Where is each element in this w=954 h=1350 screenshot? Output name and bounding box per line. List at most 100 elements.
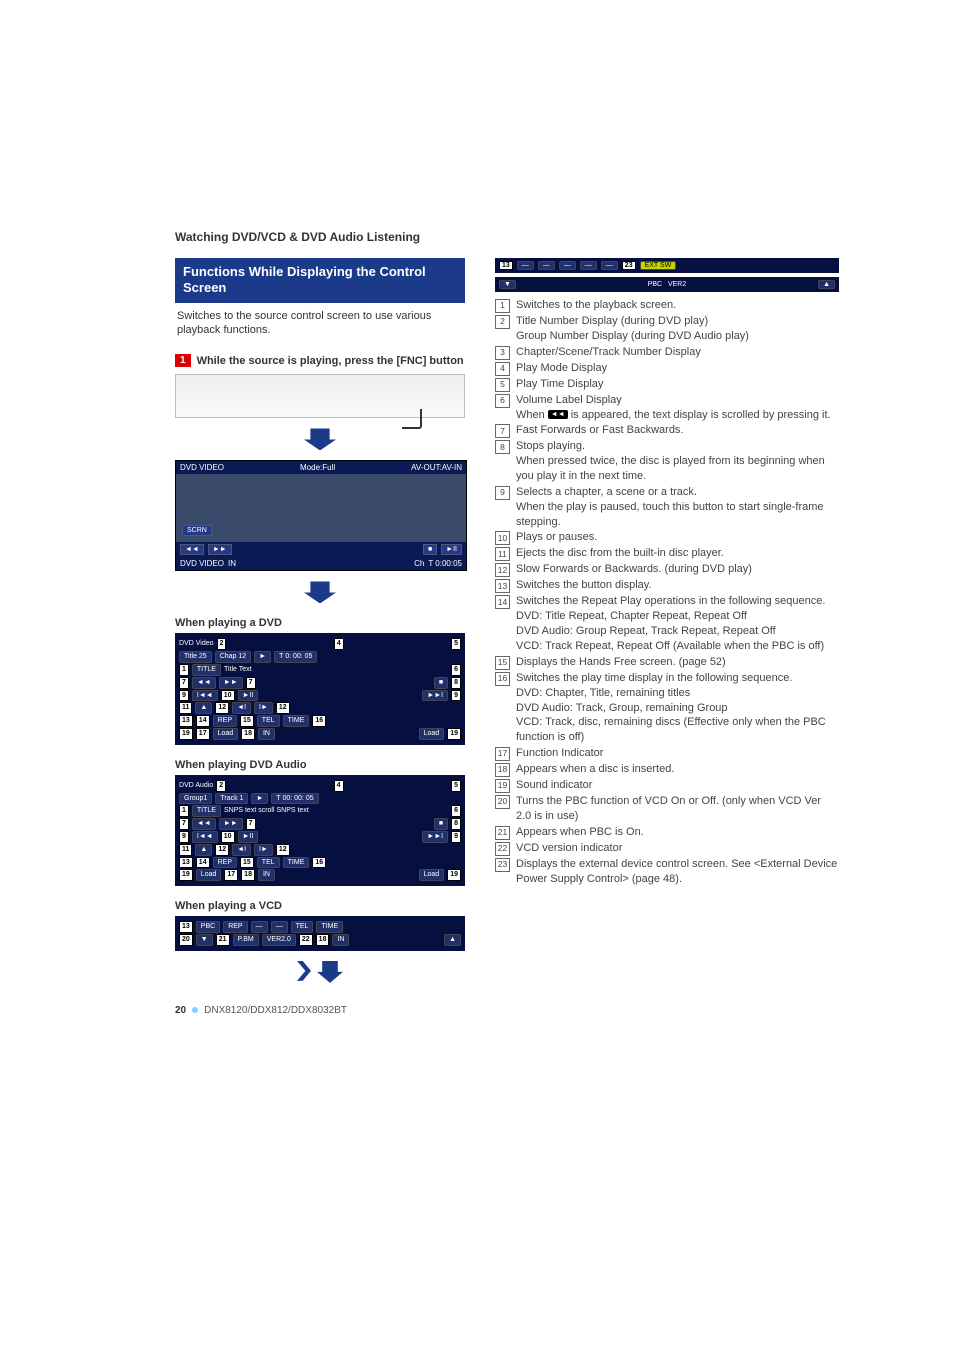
dvda-sf[interactable]: I► (254, 844, 273, 856)
slowrew-btn[interactable]: ◄I (232, 702, 251, 714)
annotation-item: 14Switches the Repeat Play operations in… (495, 594, 839, 653)
vcd-rep[interactable]: REP (223, 921, 247, 933)
step-text: While the source is playing, press the [… (197, 354, 464, 368)
ss-in: IN (228, 559, 236, 568)
dvd-play[interactable]: ► (254, 651, 271, 663)
annotation-text: Selects a chapter, a scene or a track.Wh… (516, 485, 839, 530)
annotation-text: Displays the Hands Free screen. (page 52… (516, 655, 839, 670)
top-annot-bar2: ▼ PBC VER2 ▲ (495, 277, 839, 292)
vcd-dash1[interactable]: — (251, 921, 268, 933)
annotation-index: 7 (495, 424, 510, 438)
ff-btn[interactable]: ►► (219, 677, 243, 689)
annotation-item: 3Chapter/Scene/Track Number Display (495, 345, 839, 360)
vcd-pbm: P.BM (233, 934, 259, 946)
annotation-text: Sound indicator (516, 778, 839, 793)
rew-btn[interactable]: ◄◄ (192, 677, 216, 689)
vcd-pbc[interactable]: PBC (196, 921, 220, 933)
vcd-tel[interactable]: TEL (291, 921, 314, 933)
dvda-next[interactable]: ►►I (422, 831, 448, 843)
prev-btn[interactable]: I◄◄ (192, 690, 218, 702)
annotation-index: 12 (495, 563, 510, 577)
dvda-prev[interactable]: I◄◄ (192, 831, 218, 843)
annotation-text: Turns the PBC function of VCD On or Off.… (516, 794, 839, 824)
dvda-rew[interactable]: ◄◄ (192, 818, 216, 830)
intro-text: Switches to the source control screen to… (175, 303, 465, 349)
annotation-text: Title Number Display (during DVD play)Gr… (516, 314, 839, 344)
in-ind: IN (258, 728, 275, 740)
annot-down[interactable]: ▼ (499, 280, 516, 289)
next-btn[interactable]: ►►I (422, 690, 448, 702)
annotation-text: VCD version indicator (516, 841, 839, 856)
annotation-index: 15 (495, 656, 510, 670)
annot-ver: VER2 (668, 281, 686, 288)
dvda-eject[interactable]: ▲ (195, 844, 212, 856)
dvda-tel[interactable]: TEL (257, 857, 280, 869)
ext-sw-btn[interactable]: EXT SW (640, 261, 677, 270)
annotation-item: 18Appears when a disc is inserted. (495, 762, 839, 777)
annotation-item: 12Slow Forwards or Backwards. (during DV… (495, 562, 839, 577)
subhead-dvda: When playing DVD Audio (175, 759, 465, 771)
page-number: 20 (175, 1005, 186, 1016)
annotation-item: 11Ejects the disc from the built-in disc… (495, 546, 839, 561)
title-text: Title Text (224, 665, 252, 675)
arrow-down-icon (304, 428, 336, 450)
dvda-sr[interactable]: ◄I (232, 844, 251, 856)
annot-up[interactable]: ▲ (818, 280, 835, 289)
playpause-btn[interactable]: ►II (238, 690, 259, 702)
annotation-index: 4 (495, 362, 510, 376)
num-21: 21 (216, 934, 230, 946)
dvd-chap[interactable]: Chap 12 (215, 651, 251, 663)
dvda-load2: Load (419, 869, 445, 881)
dvda-track[interactable]: Track 1 (215, 793, 248, 805)
vcd-dash2[interactable]: — (271, 921, 288, 933)
ss-rew[interactable]: ◄◄ (180, 544, 204, 555)
num-23: 23 (622, 261, 636, 270)
dvda-rep[interactable]: REP (213, 857, 237, 869)
dvda-header: DVD Audio (179, 781, 213, 791)
top-annot-bar: 13 ——— —— 23 EXT SW (495, 258, 839, 273)
vcd-ver: VER2.0 (262, 934, 296, 946)
time-btn[interactable]: TIME (283, 715, 310, 727)
rep-btn[interactable]: REP (213, 715, 237, 727)
stop-btn[interactable]: ■ (434, 677, 448, 689)
vcd-time[interactable]: TIME (316, 921, 343, 933)
slowfwd-btn[interactable]: I► (254, 702, 273, 714)
ss-time: T 0:00:05 (428, 559, 462, 568)
annotation-item: 6Volume Label DisplayWhen ◄◄ is appeared… (495, 393, 839, 423)
dvda-play[interactable]: ► (251, 793, 268, 805)
dvda-ui: DVD Audio 245 Group1 Track 1 ► T 00: 00:… (175, 775, 465, 886)
ss-title-mid: Mode:Full (300, 463, 335, 472)
vcd-down[interactable]: ▼ (196, 934, 213, 946)
annotation-text: Ejects the disc from the built-in disc p… (516, 546, 839, 561)
annotation-text: Function Indicator (516, 746, 839, 761)
annotation-item: 8Stops playing.When pressed twice, the d… (495, 439, 839, 484)
ss-stop[interactable]: ■ (423, 544, 437, 555)
dvda-stop[interactable]: ■ (434, 818, 448, 830)
annotation-text: Play Mode Display (516, 361, 839, 376)
dvda-load: Load (196, 869, 222, 881)
dvda-pp[interactable]: ►II (238, 831, 259, 843)
annotation-index: 9 (495, 486, 510, 500)
dvd-title[interactable]: Title 25 (179, 651, 212, 663)
annotation-text: Play Time Display (516, 377, 839, 392)
annotation-index: 16 (495, 672, 510, 686)
dvda-timebtn[interactable]: TIME (283, 857, 310, 869)
scrn-button[interactable]: SCRN (182, 525, 212, 536)
device-illustration (175, 374, 465, 418)
annotation-text: Switches the play time display in the fo… (516, 671, 839, 745)
dvda-group[interactable]: Group1 (179, 793, 212, 805)
dvda-ff[interactable]: ►► (219, 818, 243, 830)
ss-play[interactable]: ►II (441, 544, 462, 555)
tel-btn[interactable]: TEL (257, 715, 280, 727)
annotation-index: 22 (495, 842, 510, 856)
ss-fwd[interactable]: ►► (208, 544, 232, 555)
annotation-item: 5Play Time Display (495, 377, 839, 392)
annotation-index: 18 (495, 763, 510, 777)
annotation-index: 8 (495, 440, 510, 454)
annotation-index: 17 (495, 747, 510, 761)
dvda-title-lbl: TITLE (192, 805, 221, 817)
annotation-item: 2 Title Number Display (during DVD play)G… (495, 314, 839, 344)
vcd-up[interactable]: ▲ (444, 934, 461, 946)
eject-btn[interactable]: ▲ (195, 702, 212, 714)
annotation-index: 2 (495, 315, 510, 329)
